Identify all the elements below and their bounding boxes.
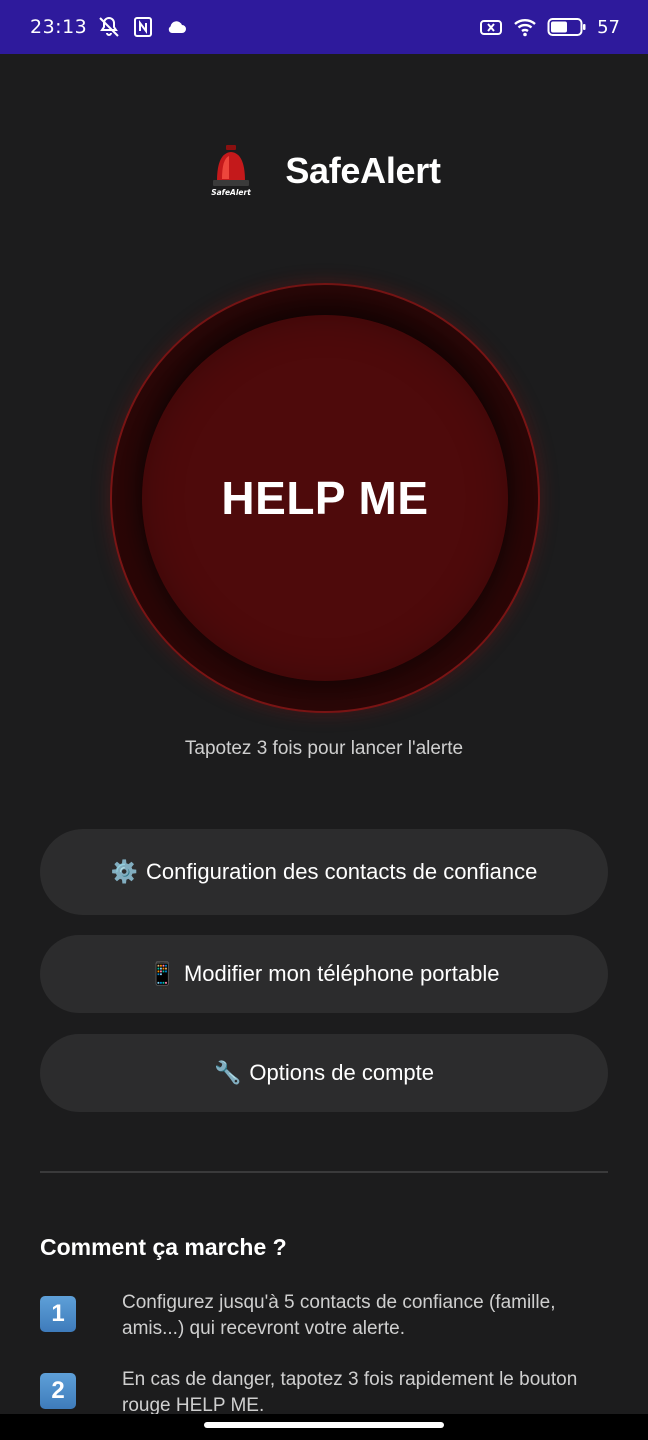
phone-icon: 📱 (148, 961, 176, 987)
trusted-contacts-button[interactable]: ⚙️ Configuration des contacts de confian… (40, 829, 608, 915)
app-title: SafeAlert (285, 150, 441, 191)
trusted-contacts-label: Configuration des contacts de confiance (146, 859, 538, 884)
battery-percent: 57 (597, 16, 620, 38)
keycap-one-icon: 1 (40, 1296, 76, 1332)
step-text: En cas de danger, tapotez 3 fois rapidem… (122, 1369, 578, 1416)
edit-phone-button[interactable]: 📱 Modifier mon téléphone portable (40, 935, 608, 1013)
mute-icon (97, 15, 121, 39)
account-options-label: Options de compte (249, 1060, 435, 1085)
help-me-label: HELP ME (221, 472, 429, 524)
help-me-button-ring[interactable]: HELP ME (110, 283, 540, 713)
home-indicator[interactable] (204, 1422, 444, 1428)
status-bar: 23:13 57 (0, 0, 648, 54)
sim-off-icon (479, 15, 503, 39)
step-text: Configurez jusqu'à 5 contacts de confian… (122, 1292, 556, 1339)
app-screen: SafeAlert SafeAlert HELP ME Tapotez 3 fo… (0, 54, 648, 1416)
help-me-button[interactable]: HELP ME (142, 315, 508, 681)
step-item: 1 Configurez jusqu'à 5 contacts de confi… (40, 1290, 608, 1342)
battery-icon (547, 15, 587, 39)
navigation-bar (0, 1414, 648, 1440)
status-bar-left: 23:13 (30, 15, 189, 39)
status-time: 23:13 (30, 16, 88, 38)
siren-logo-icon: SafeAlert (207, 145, 255, 197)
keycap-two-icon: 2 (40, 1373, 76, 1409)
wifi-icon (513, 15, 537, 39)
nfc-icon (131, 15, 155, 39)
section-divider (40, 1171, 608, 1173)
account-options-button[interactable]: 🔧 Options de compte (40, 1034, 608, 1112)
triple-tap-hint: Tapotez 3 fois pour lancer l'alerte (184, 738, 464, 759)
help-me-button-wrapper: HELP ME (110, 283, 540, 713)
wrench-icon: 🔧 (213, 1060, 242, 1086)
step-item: 2 En cas de danger, tapotez 3 fois rapid… (40, 1367, 608, 1419)
edit-phone-label: Modifier mon téléphone portable (183, 961, 500, 986)
cloud-icon (165, 15, 189, 39)
gear-icon: ⚙️ (110, 859, 139, 885)
status-bar-right: 57 (479, 15, 620, 39)
logo-text: SafeAlert (212, 188, 252, 197)
how-it-works-title: Comment ça marche ? (40, 1234, 287, 1260)
app-header: SafeAlert SafeAlert (0, 142, 648, 200)
